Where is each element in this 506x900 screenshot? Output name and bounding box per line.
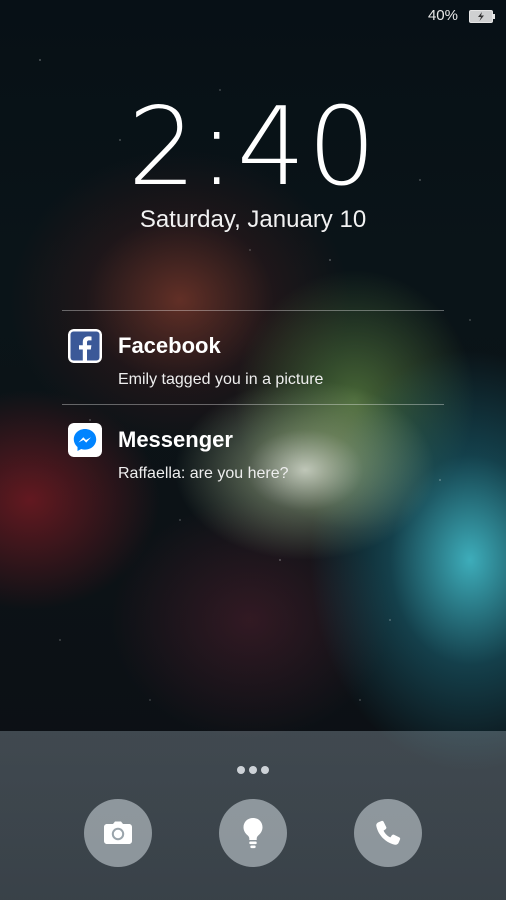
notification-app-name: Facebook [118,333,221,358]
flashlight-button[interactable] [219,799,287,867]
battery-percent: 40% [427,7,458,24]
notification-messenger[interactable]: Messenger Raffaella: are you here? [62,405,444,499]
clock-date: Saturday, January 10 [139,206,367,233]
notification-text: Raffaella: are you here? [118,465,289,482]
flashlight-icon [243,818,263,849]
bottom-shortcut-bar [0,731,506,900]
more-dots-indicator[interactable] [0,761,506,774]
notification-app-name: Messenger [118,427,233,452]
dot [249,766,257,774]
dot [237,766,245,774]
facebook-icon [68,329,102,363]
dot [261,766,269,774]
status-bar: 40% [0,0,506,34]
battery-charging-icon [469,10,495,23]
camera-icon [104,821,132,844]
messenger-icon [68,423,102,457]
camera-button[interactable] [84,799,152,867]
phone-button[interactable] [354,799,422,867]
clock-time: 2:40 [127,85,379,210]
notification-text: Emily tagged you in a picture [118,371,324,388]
lock-screen[interactable]: 40% 2:40 Saturday, January 10 Facebook E… [0,0,506,900]
notification-facebook[interactable]: Facebook Emily tagged you in a picture [62,311,444,405]
phone-icon [376,820,401,845]
